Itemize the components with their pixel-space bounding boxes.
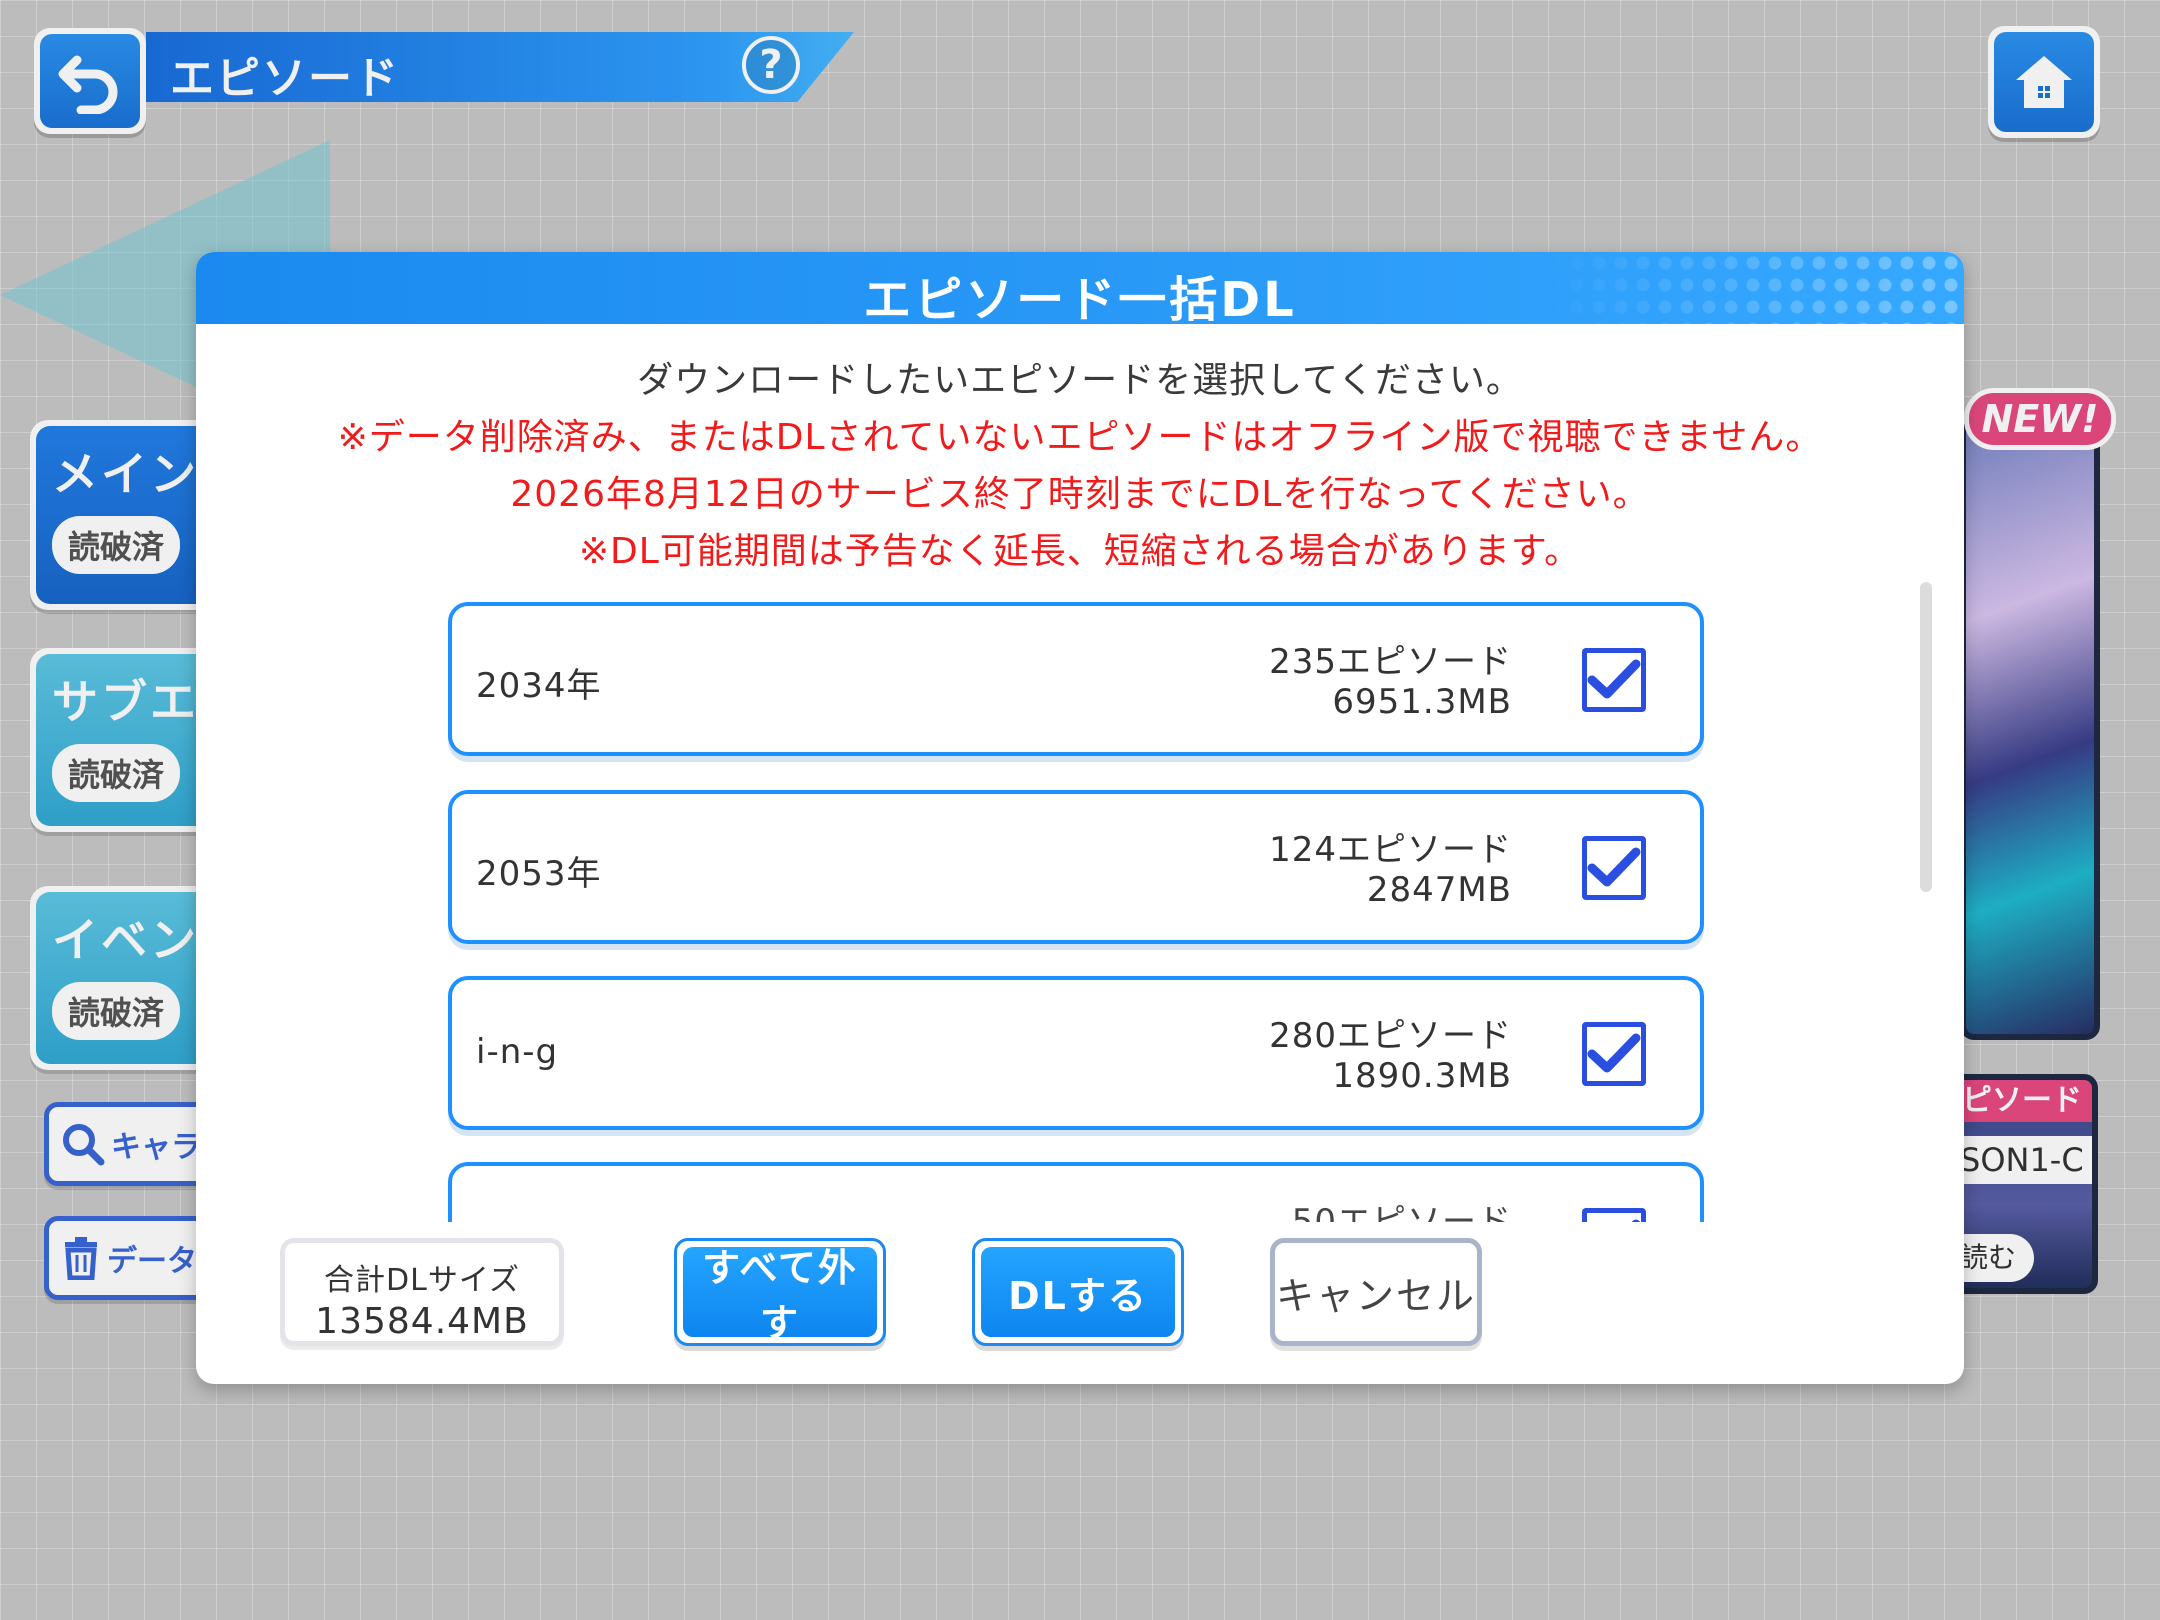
- item-size: 2847MB: [1366, 870, 1512, 910]
- download-button[interactable]: DLする: [972, 1238, 1184, 1346]
- warning-offline: ※データ削除済み、またはDLされていないエピソードはオフライン版で視聴できません…: [337, 417, 1823, 458]
- item-size: 1890.3MB: [1332, 1056, 1512, 1096]
- item-episode-count: 124エピソード: [1269, 830, 1512, 870]
- checkmark-icon: [1587, 1033, 1641, 1073]
- download-label: DLする: [981, 1247, 1175, 1337]
- item-checkbox[interactable]: [1582, 836, 1646, 900]
- item-episode-count: 235エピソード: [1269, 642, 1512, 682]
- total-size-value: 13584.4MB: [315, 1301, 529, 1342]
- list-item[interactable]: 2034年 235エピソード 6951.3MB: [448, 602, 1704, 756]
- item-checkbox[interactable]: [1582, 1022, 1646, 1086]
- cancel-button[interactable]: キャンセル: [1270, 1238, 1482, 1346]
- item-info: 280エピソード 1890.3MB: [1269, 1016, 1512, 1096]
- unselect-all-button[interactable]: すべて外す: [674, 1238, 886, 1346]
- checkmark-icon: [1587, 847, 1641, 887]
- item-size: 6951.3MB: [1332, 682, 1512, 722]
- item-info: 124エピソード 2847MB: [1269, 830, 1512, 910]
- unselect-all-label: すべて外す: [683, 1246, 877, 1345]
- list-scrollbar[interactable]: [1920, 582, 1932, 892]
- item-info: 235エピソード 6951.3MB: [1269, 642, 1512, 722]
- dialog-instruction: ダウンロードしたいエピソードを選択してください。: [637, 360, 1523, 401]
- item-name: i-n-g: [476, 1032, 559, 1072]
- dialog-message-block: ダウンロードしたいエピソードを選択してください。 ※データ削除済み、またはDLさ…: [196, 352, 1964, 580]
- checkmark-icon: [1587, 659, 1641, 699]
- item-episode-count: 280エピソード: [1269, 1016, 1512, 1056]
- list-item[interactable]: i-n-g 280エピソード 1890.3MB: [448, 976, 1704, 1130]
- item-name: 2034年: [476, 666, 602, 706]
- dialog-title: エピソード一括DL: [863, 272, 1297, 328]
- item-name: 2053年: [476, 854, 602, 894]
- warning-period: ※DL可能期間は予告なく延長、短縮される場合があります。: [578, 531, 1582, 572]
- total-size-label: 合計DLサイズ: [324, 1263, 520, 1298]
- total-download-size-box: 合計DLサイズ 13584.4MB: [280, 1238, 564, 1346]
- dialog-header: エピソード一括DL: [196, 252, 1964, 328]
- bulk-download-dialog: エピソード一括DL ダウンロードしたいエピソードを選択してください。 ※データ削…: [196, 252, 1964, 1384]
- item-checkbox[interactable]: [1582, 648, 1646, 712]
- list-item[interactable]: 2053年 124エピソード 2847MB: [448, 790, 1704, 944]
- warning-deadline: 2026年8月12日のサービス終了時刻までにDLを行なってください。: [510, 474, 1650, 515]
